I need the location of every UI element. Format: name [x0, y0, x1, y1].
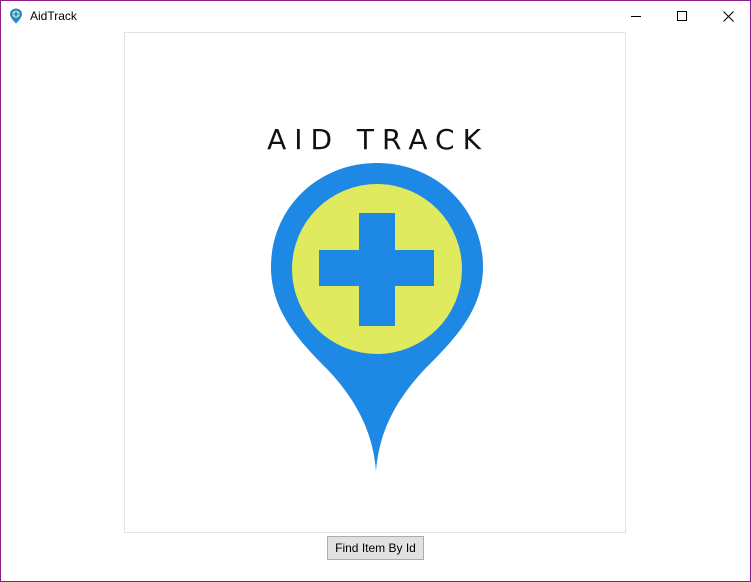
minimize-button[interactable]	[613, 1, 659, 31]
main-content: AID TRACK Find Item By Id	[1, 31, 750, 581]
title-bar[interactable]: AidTrack	[1, 1, 750, 31]
close-button[interactable]	[705, 1, 751, 31]
maximize-icon	[677, 11, 687, 21]
close-icon	[722, 10, 734, 22]
window-title: AidTrack	[30, 9, 77, 23]
map-pin-plus-icon	[271, 163, 483, 471]
logo-title: AID TRACK	[267, 123, 489, 156]
app-window: AidTrack AID TRACK Find Item By Id	[0, 0, 751, 582]
logo-image: AID TRACK	[124, 32, 626, 533]
maximize-button[interactable]	[659, 1, 705, 31]
find-item-button[interactable]: Find Item By Id	[327, 536, 424, 560]
minimize-icon	[631, 16, 641, 17]
map-pin-plus-icon	[10, 8, 22, 24]
